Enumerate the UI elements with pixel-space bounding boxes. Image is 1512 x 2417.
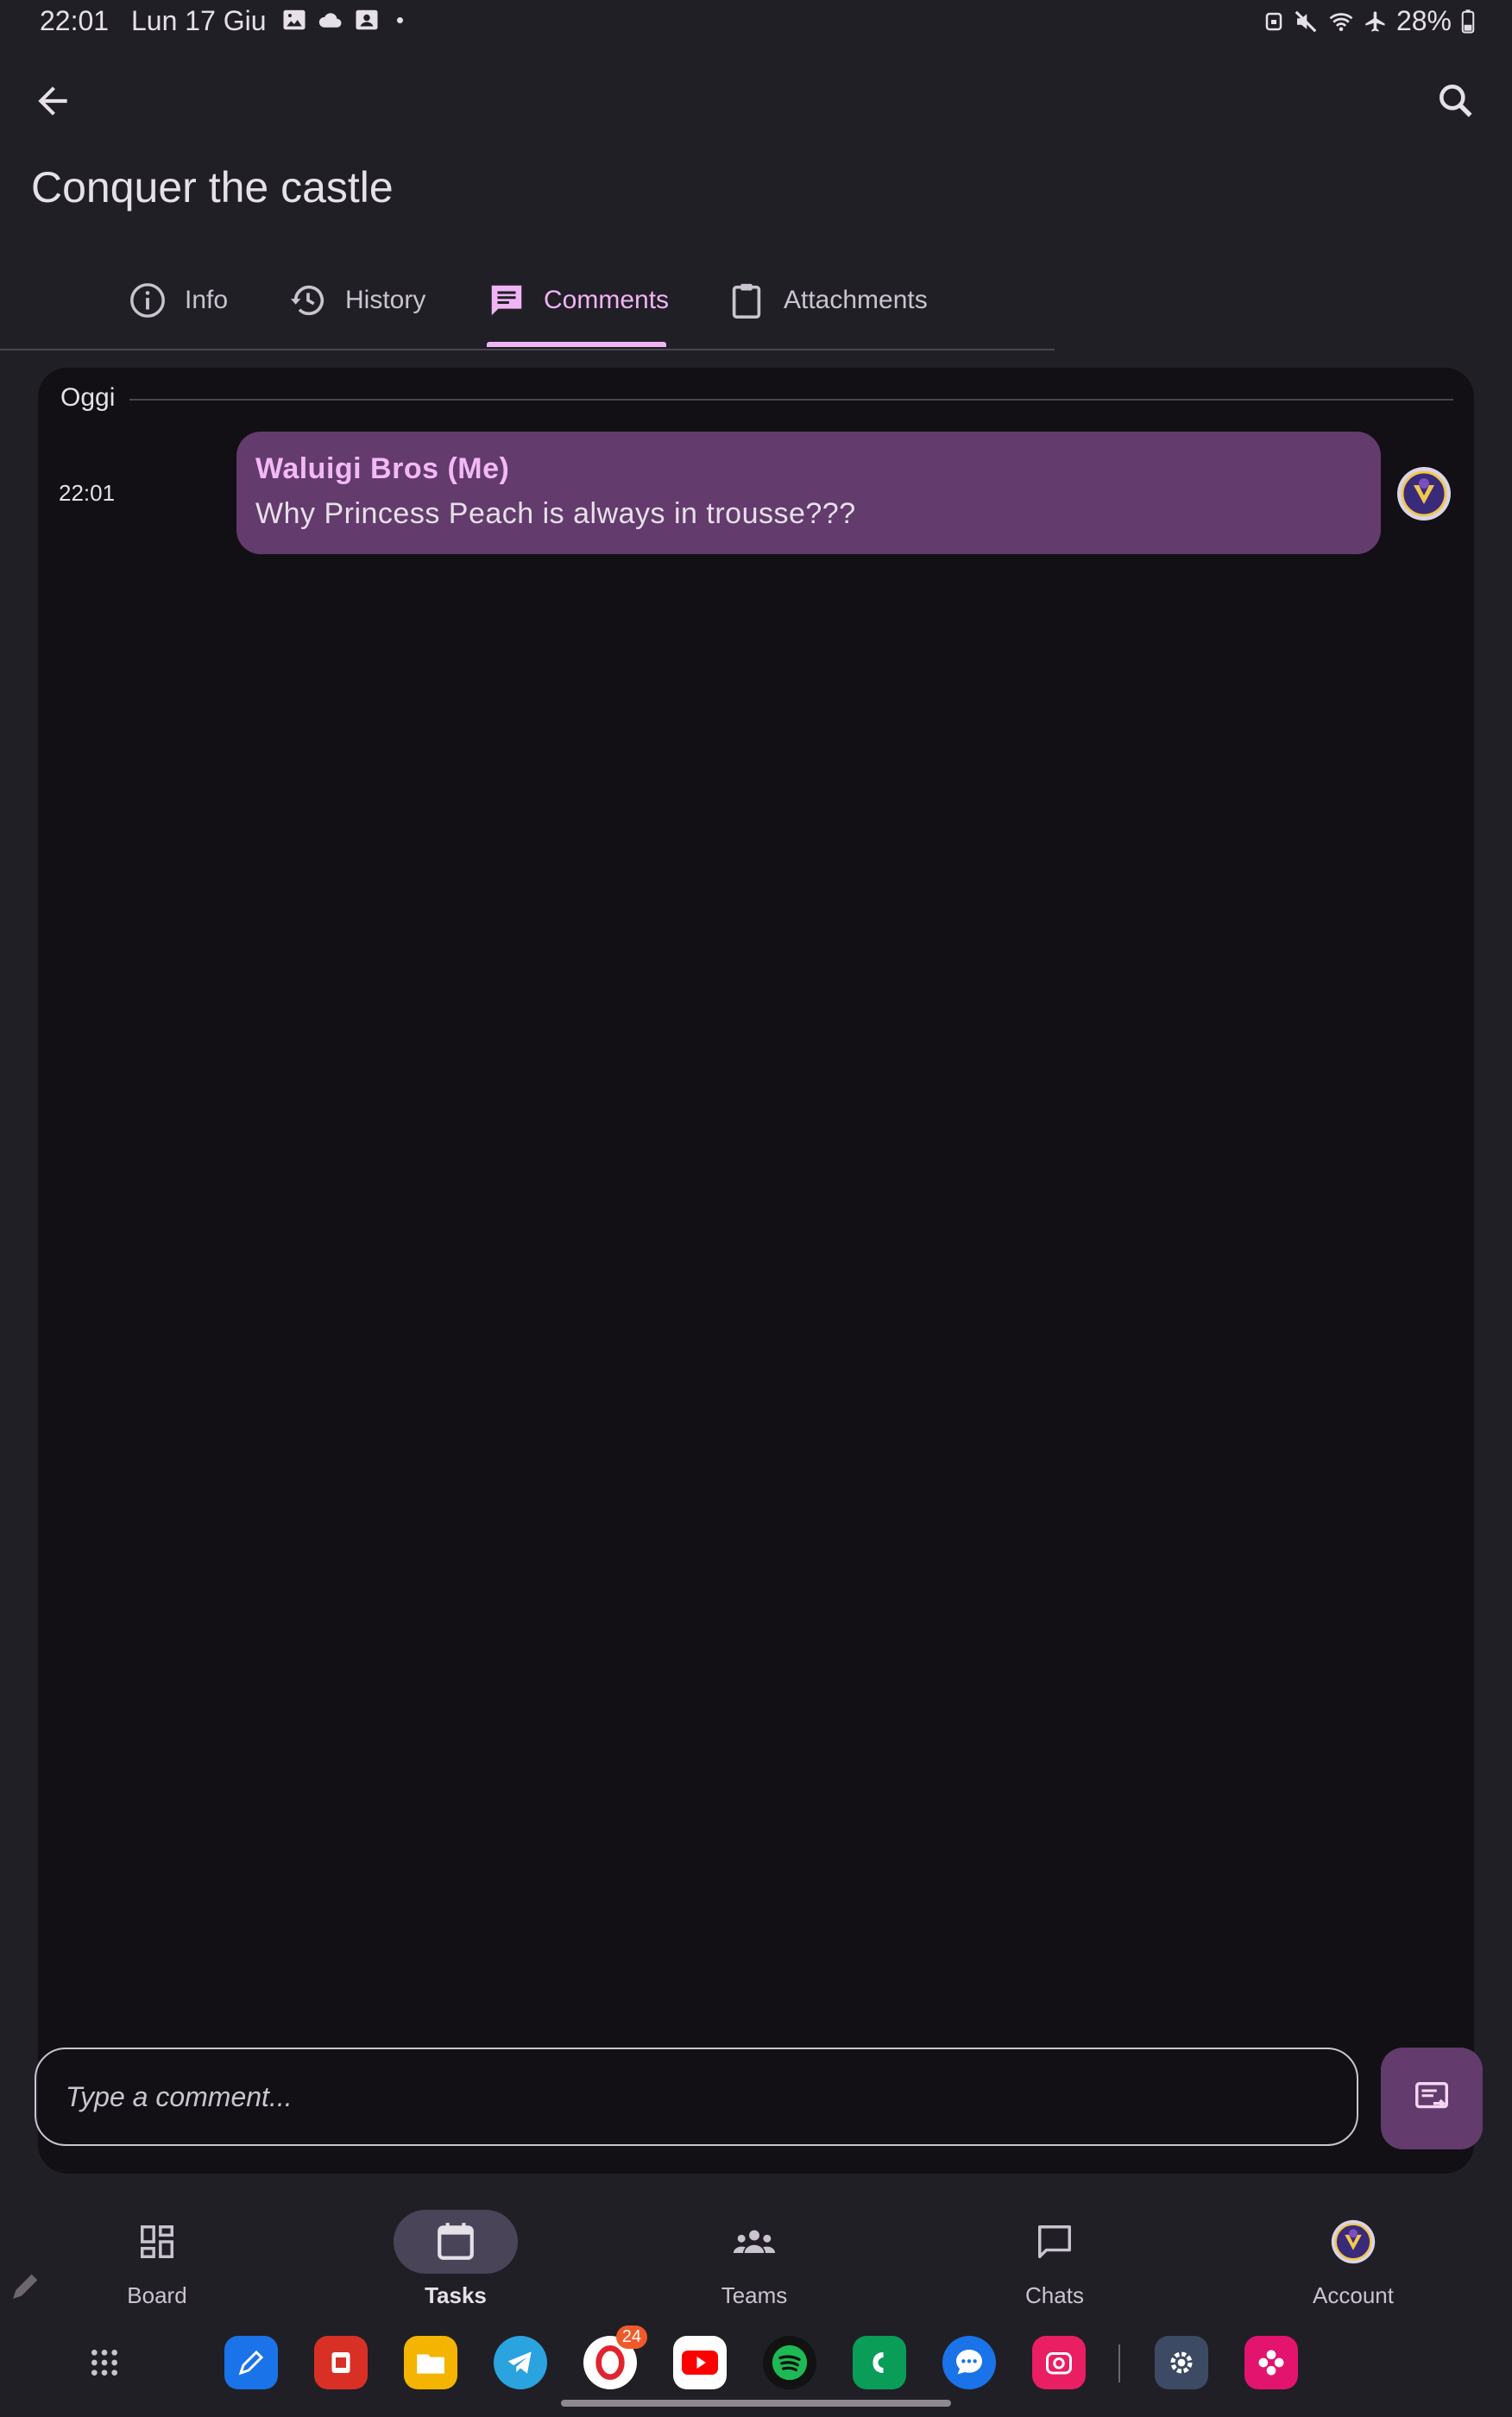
- notification-icons: [281, 7, 403, 33]
- nav-board[interactable]: Board: [79, 2210, 235, 2309]
- home-gesture-handle[interactable]: [561, 2400, 951, 2407]
- comment-icon: [491, 285, 522, 316]
- pen-icon: [238, 2350, 264, 2376]
- comment-input[interactable]: [35, 2048, 1358, 2146]
- dock-phone-app[interactable]: [853, 2336, 906, 2389]
- messages-icon: [956, 2350, 982, 2375]
- avatar-icon: [1331, 2219, 1376, 2264]
- battery-icon: [1461, 9, 1475, 33]
- nav-teams-icon-wrap: [692, 2210, 816, 2274]
- search-icon: [1440, 85, 1472, 117]
- page-title: Conquer the castle: [31, 163, 394, 211]
- nav-tasks-icon-wrap: [394, 2210, 518, 2274]
- dock-files-app[interactable]: [404, 2336, 457, 2389]
- gallery-notification-icon: [283, 9, 306, 30]
- back-button[interactable]: [31, 79, 74, 123]
- dock-camera-app[interactable]: [1032, 2336, 1086, 2389]
- phone-icon: [873, 2352, 884, 2373]
- nav-teams[interactable]: Teams: [677, 2210, 832, 2309]
- arrow-back-icon: [38, 86, 67, 116]
- send-comment-icon: [1415, 2082, 1448, 2109]
- tab-attachments-label: Attachments: [784, 286, 928, 314]
- tab-attachments[interactable]: Attachments: [727, 275, 928, 326]
- history-icon: [290, 285, 324, 316]
- opera-icon: [595, 2345, 625, 2380]
- dock-flashcards-app[interactable]: [314, 2336, 368, 2389]
- dashboard-icon: [141, 2225, 173, 2258]
- clipboard-icon: [732, 283, 761, 319]
- nav-tasks-label: Tasks: [425, 2282, 487, 2308]
- spotify-icon: [772, 2344, 808, 2381]
- status-time: 22:01: [40, 5, 110, 36]
- day-separator-label: Oggi: [60, 383, 116, 412]
- dock-youtube-app[interactable]: [673, 2336, 727, 2389]
- avatar[interactable]: [1396, 466, 1452, 521]
- mute-icon: [1295, 10, 1317, 32]
- battery-percentage: 28%: [1395, 5, 1452, 36]
- active-tab-indicator: [487, 342, 666, 347]
- apps-grid-icon: [91, 2350, 117, 2376]
- opera-notification-badge: 24: [615, 2325, 647, 2349]
- status-date: Lun 17 Giu: [131, 5, 267, 36]
- nav-board-icon-wrap: [95, 2210, 219, 2274]
- dock-opera-app[interactable]: 24: [583, 2325, 647, 2389]
- cards-icon: [331, 2352, 350, 2373]
- dock-spotify-app[interactable]: [763, 2336, 816, 2389]
- dock-messages-app[interactable]: [942, 2336, 996, 2389]
- chat-bubble-icon: [1038, 2225, 1071, 2258]
- day-separator-line: [129, 399, 1453, 401]
- tab-info-label: Info: [185, 286, 229, 314]
- wifi-icon: [1329, 12, 1353, 31]
- comment-author: Waluigi Bros (Me): [255, 452, 510, 485]
- nav-account[interactable]: Account: [1276, 2210, 1431, 2309]
- camera-icon: [1046, 2352, 1072, 2375]
- waluigi-avatar-icon: [1397, 467, 1451, 521]
- cloud-notification-icon: [318, 13, 342, 28]
- tab-comments[interactable]: Comments: [487, 275, 669, 326]
- search-button[interactable]: [1434, 79, 1481, 126]
- nav-account-icon-wrap: [1291, 2210, 1415, 2274]
- tab-info[interactable]: Info: [128, 275, 228, 326]
- gear-icon: [1170, 2351, 1193, 2374]
- system-icons: 28%: [1263, 5, 1476, 37]
- dock-telegram-app[interactable]: [494, 2336, 547, 2389]
- app-drawer-button[interactable]: [78, 2336, 131, 2389]
- nav-tasks[interactable]: Tasks: [378, 2210, 533, 2309]
- telegram-icon: [507, 2351, 532, 2374]
- airplane-mode-icon: [1365, 10, 1385, 32]
- more-notifications-dot: [397, 16, 403, 23]
- nav-board-label: Board: [127, 2282, 187, 2308]
- tab-history-label: History: [345, 286, 426, 314]
- tab-bar: Info History Comments Attachments: [0, 259, 1055, 350]
- nav-chats-label: Chats: [1025, 2282, 1084, 2308]
- message-time: 22:01: [59, 480, 116, 506]
- comment-text: Why Princess Peach is always in trousse?…: [255, 497, 856, 530]
- dock-flower-app[interactable]: [1244, 2336, 1298, 2389]
- tab-history[interactable]: History: [288, 275, 425, 326]
- edit-pencil-icon[interactable]: [9, 2269, 43, 2303]
- nav-teams-label: Teams: [721, 2282, 788, 2308]
- info-icon: [130, 283, 165, 318]
- flower-icon: [1258, 2350, 1284, 2376]
- nav-chats-icon-wrap: [992, 2210, 1117, 2274]
- youtube-icon: [682, 2351, 718, 2375]
- folder-icon: [417, 2354, 444, 2374]
- send-comment-button[interactable]: [1381, 2048, 1483, 2149]
- dock-settings-app[interactable]: [1155, 2336, 1208, 2389]
- lock-rotation-icon: [1265, 12, 1282, 30]
- tab-comments-label: Comments: [544, 286, 670, 314]
- groups-icon: [733, 2230, 776, 2253]
- dock-notes-app[interactable]: [224, 2336, 278, 2389]
- dock-divider: [1118, 2344, 1120, 2382]
- comment-bubble[interactable]: [236, 432, 1381, 554]
- nav-chats[interactable]: Chats: [977, 2210, 1132, 2309]
- contact-notification-icon: [356, 9, 378, 30]
- comments-panel[interactable]: [38, 368, 1474, 2174]
- nav-account-label: Account: [1313, 2282, 1394, 2308]
- calendar-icon: [438, 2223, 474, 2260]
